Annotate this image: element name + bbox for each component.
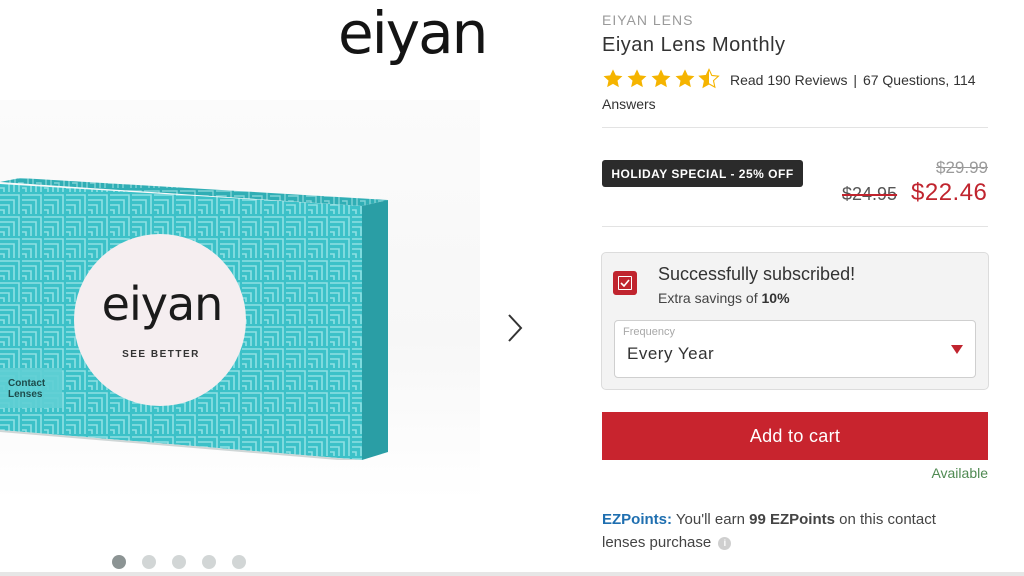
gallery-dot[interactable]: [112, 555, 126, 569]
ezpoints-text-before: You'll earn: [675, 511, 745, 528]
answers-link[interactable]: Answers: [602, 96, 656, 112]
sale-price: $22.46: [911, 179, 988, 206]
star-rating[interactable]: [602, 68, 720, 90]
checkmark-icon: [620, 279, 630, 287]
savings-prefix: Extra savings of: [658, 290, 758, 306]
frequency-label: Frequency: [623, 326, 675, 338]
frequency-value: Every Year: [627, 344, 715, 363]
gallery-next-button[interactable]: [500, 308, 530, 348]
subscription-savings: Extra savings of 10%: [658, 290, 790, 306]
star-half-icon: [698, 68, 720, 89]
ezpoints-label[interactable]: EZPoints:: [602, 511, 672, 528]
star-full-icon: [627, 69, 647, 88]
box-tagline: SEE BETTER: [122, 349, 200, 360]
brand-logo: eiyan: [338, 0, 488, 67]
frequency-select[interactable]: Frequency Every Year: [614, 320, 976, 378]
info-icon[interactable]: i: [718, 536, 732, 550]
availability-status: Available: [931, 465, 988, 481]
star-full-icon: [603, 69, 623, 88]
reviews-summary: Read 190 Reviews | 67 Questions, 114: [730, 72, 976, 88]
questions-link[interactable]: 67 Questions, 114: [863, 72, 976, 88]
product-title: Eiyan Lens Monthly: [602, 34, 786, 56]
star-full-icon: [651, 69, 671, 88]
gallery-pagination: [112, 555, 246, 569]
ezpoints-info: EZPoints: You'll earn 99 EZPoints on thi…: [602, 508, 982, 554]
bottom-divider: [0, 572, 1024, 576]
product-brand[interactable]: EIYAN LENS: [602, 12, 693, 28]
add-to-cart-button[interactable]: Add to cart: [602, 412, 988, 460]
gallery-dot[interactable]: [172, 555, 186, 569]
separator: |: [853, 72, 858, 88]
box-side-label: Contact Lenses: [8, 378, 46, 400]
divider: [602, 127, 988, 128]
savings-value: 10%: [761, 290, 790, 306]
caret-down-icon: [951, 345, 963, 354]
was-price: $24.95: [842, 184, 898, 204]
reviews-link[interactable]: Read 190 Reviews: [730, 72, 848, 88]
promo-badge: HOLIDAY SPECIAL - 25% OFF: [602, 160, 803, 187]
gallery-dot[interactable]: [202, 555, 216, 569]
chevron-right-icon: [508, 314, 523, 342]
gallery-dot[interactable]: [232, 555, 246, 569]
divider: [602, 226, 988, 227]
ezpoints-amount: 99 EZPoints: [749, 511, 835, 528]
box-logo: eiyan: [101, 277, 224, 331]
subscription-status: Successfully subscribed!: [658, 264, 856, 284]
gallery-dot[interactable]: [142, 555, 156, 569]
msrp-price: $29.99: [936, 158, 988, 177]
subscribe-checkbox[interactable]: [613, 271, 637, 295]
star-full-icon: [675, 69, 695, 88]
